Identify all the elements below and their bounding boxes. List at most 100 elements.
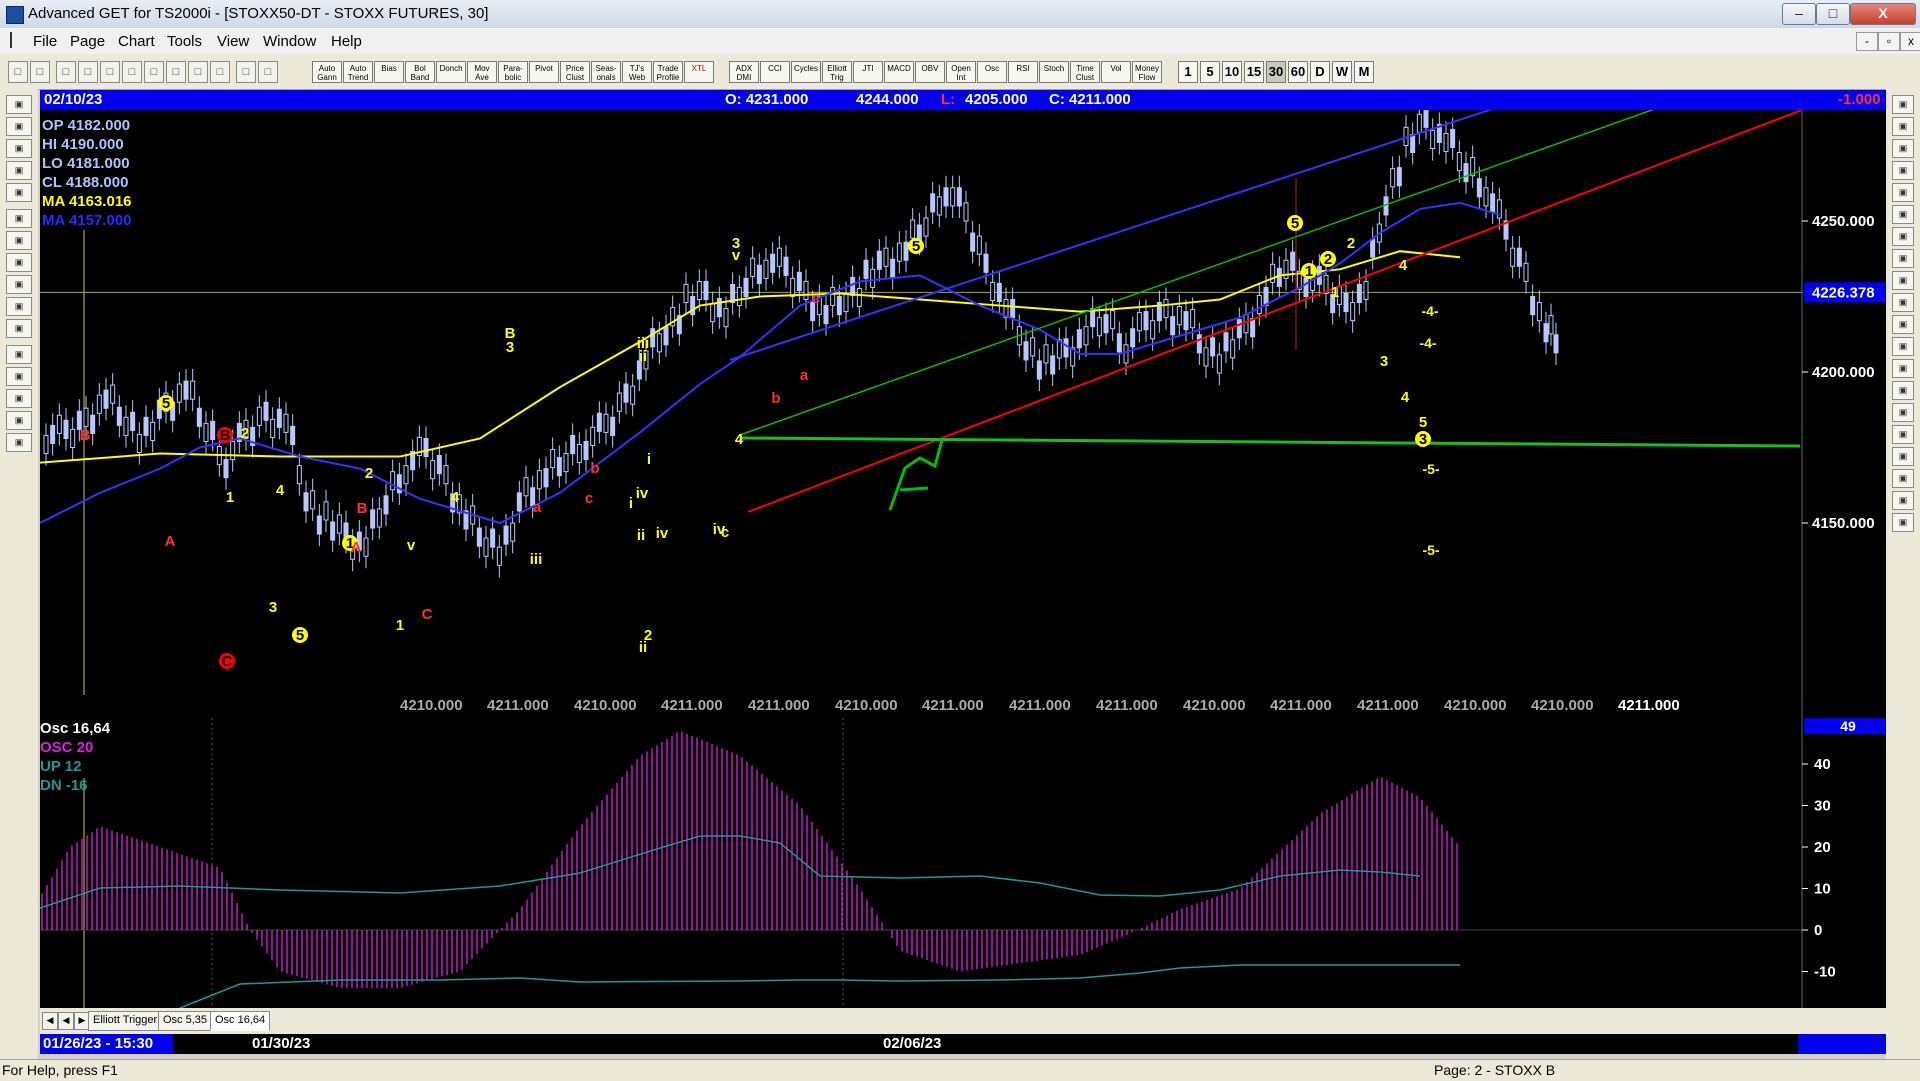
toolbar-openint-button[interactable]: Open Int xyxy=(946,61,976,83)
toolbar-parabolic-button[interactable]: Para-bolic xyxy=(498,61,528,83)
mdi-close-button[interactable]: x xyxy=(1900,32,1920,51)
menu-tools[interactable]: Tools xyxy=(167,33,202,50)
timeframe-30-button[interactable]: 30 xyxy=(1266,61,1286,83)
toolbar-stoch-button[interactable]: Stoch xyxy=(1039,61,1069,83)
toolbar-autotrend-button[interactable]: Auto Trend xyxy=(343,61,373,83)
toolbar-tradeprofile-button[interactable]: Trade Profile xyxy=(653,61,683,83)
toolbar-donch-button[interactable]: Donch xyxy=(436,61,466,83)
timeframe-60-button[interactable]: 60 xyxy=(1288,61,1308,83)
toolbar-seasonals-button[interactable]: Seas-onals xyxy=(591,61,621,83)
new-page-icon[interactable]: □ xyxy=(56,61,76,83)
toolbar-pivot-button[interactable]: Pivot xyxy=(529,61,559,83)
toolbar-moneyflow-button[interactable]: Money Flow xyxy=(1132,61,1162,83)
close-x-icon[interactable]: ▣ xyxy=(1892,95,1914,114)
help-icon[interactable]: □ xyxy=(236,61,256,83)
down-arrow-icon[interactable]: ▣ xyxy=(6,209,32,228)
line-icon[interactable]: ▣ xyxy=(1892,139,1914,158)
compare-icon[interactable]: □ xyxy=(144,61,164,83)
cursor-icon[interactable]: □ xyxy=(8,61,28,83)
tab-elliott-trigger[interactable]: Elliott Trigger xyxy=(88,1011,163,1031)
tab-scroll-prev[interactable]: ◀ xyxy=(58,1012,74,1030)
delete-icon[interactable]: □ xyxy=(166,61,186,83)
menu-window[interactable]: Window xyxy=(263,33,316,50)
toolbar-vol-button[interactable]: Vol xyxy=(1101,61,1131,83)
timeframe-d-button[interactable]: D xyxy=(1310,61,1330,83)
toolbar-adxdmi-button[interactable]: ADX DMI xyxy=(729,61,759,83)
fib-time-button[interactable]: ▣ xyxy=(1892,205,1914,224)
toolbar-cci-button[interactable]: CCI xyxy=(760,61,790,83)
menu-chart[interactable]: Chart xyxy=(118,33,155,50)
menu-help[interactable]: Help xyxy=(331,33,362,50)
minimize-button[interactable]: – xyxy=(1782,3,1816,25)
timeframe-10-button[interactable]: 10 xyxy=(1222,61,1242,83)
toolbar-tjsweb-button[interactable]: TJ's Web xyxy=(622,61,652,83)
left-arrow-icon[interactable]: ▣ xyxy=(6,231,32,250)
gann-button[interactable]: ▣ xyxy=(6,367,32,386)
print-icon[interactable]: ▣ xyxy=(6,433,32,452)
menu-file[interactable]: File xyxy=(33,33,57,50)
ellipse-icon[interactable]: ▣ xyxy=(1892,293,1914,312)
toolbar-cycles-button[interactable]: Cycles xyxy=(791,61,821,83)
toolbar-jti-button[interactable]: JTI xyxy=(853,61,883,83)
toolbar-elliotttrig-button[interactable]: Elliott Trig xyxy=(822,61,852,83)
arrows-icon[interactable]: ▣ xyxy=(1892,249,1914,268)
quote-icon[interactable]: □ xyxy=(30,61,50,83)
toolbar-rsi-button[interactable]: RSI xyxy=(1008,61,1038,83)
pti-button[interactable]: ▣ xyxy=(1892,337,1914,356)
pencil-icon[interactable]: ▣ xyxy=(1892,117,1914,136)
mdi-restore-button[interactable]: ▫ xyxy=(1878,32,1900,51)
oscillator-svg[interactable]: 40 30 20 10 0 -10 49 xyxy=(40,718,1886,1008)
layout-icon[interactable]: □ xyxy=(188,61,208,83)
paint-icon[interactable]: ▣ xyxy=(1892,447,1914,466)
magnet-icon[interactable]: ▣ xyxy=(1892,513,1914,532)
open-icon[interactable]: ▣ xyxy=(6,95,32,114)
toolbar-bolband-button[interactable]: Bol Band xyxy=(405,61,435,83)
menu-doc-icon[interactable] xyxy=(10,32,24,48)
pointer-help-icon[interactable]: □ xyxy=(258,61,278,83)
tab-scroll-first[interactable]: ◀ xyxy=(42,1012,58,1030)
lines-button[interactable]: ▣ xyxy=(6,345,32,364)
timeframe-5-button[interactable]: 5 xyxy=(1200,61,1220,83)
mdi-minimize-button[interactable]: - xyxy=(1856,32,1878,51)
toolbar-autogann-button[interactable]: Auto Gann xyxy=(312,61,342,83)
zoom-icon[interactable]: ▣ xyxy=(1892,425,1914,444)
list-icon[interactable]: ▣ xyxy=(1892,491,1914,510)
crosshair-icon[interactable]: ▣ xyxy=(6,411,32,430)
close-button[interactable]: X xyxy=(1850,3,1916,25)
tab-osc-16-64[interactable]: Osc 16,64 xyxy=(210,1011,271,1031)
price-chart-svg[interactable]: 4250.0004200.0004150.0004226.378521 43512… xyxy=(40,110,1886,718)
toolbar-movave-button[interactable]: Mov Ave xyxy=(467,61,497,83)
square-icon[interactable]: ▣ xyxy=(1892,271,1914,290)
grid-icon[interactable]: ▣ xyxy=(6,319,32,338)
calendar-icon[interactable]: ▣ xyxy=(1892,469,1914,488)
elliott-button[interactable]: ▣ xyxy=(6,183,32,202)
fib-button[interactable]: ▣ xyxy=(6,389,32,408)
fib-ret-button[interactable]: ▣ xyxy=(1892,161,1914,180)
wave-icon[interactable]: ▣ xyxy=(6,117,32,136)
toolbar-timeclust-button[interactable]: Time Clust xyxy=(1070,61,1100,83)
circle-icon[interactable]: ▣ xyxy=(1892,227,1914,246)
back-icon[interactable]: □ xyxy=(100,61,120,83)
toolbar-bias-button[interactable]: Bias xyxy=(374,61,404,83)
cycle-icon[interactable]: ▣ xyxy=(1892,315,1914,334)
timeframe-15-button[interactable]: 15 xyxy=(1244,61,1264,83)
menu-view[interactable]: View xyxy=(217,33,249,50)
text-icon[interactable]: ▣ xyxy=(1892,403,1914,422)
scale-icon[interactable]: ▣ xyxy=(6,275,32,294)
fib-ext-button[interactable]: ▣ xyxy=(1892,183,1914,202)
timeframe-w-button[interactable]: W xyxy=(1332,61,1352,83)
price-chart[interactable]: 4250.000 4200.000 4150.000 4226.378 5 2 1 4 3 5 1 2… xyxy=(40,110,1886,718)
expand-icon[interactable]: ▣ xyxy=(6,297,32,316)
reset-button[interactable]: ▣ xyxy=(6,139,32,158)
toolbar-obv-button[interactable]: OBV xyxy=(915,61,945,83)
menu-page[interactable]: Page xyxy=(70,33,105,50)
timeframe-1-button[interactable]: 1 xyxy=(1178,61,1198,83)
oscillator-panel[interactable]: 40 30 20 10 0 -10 49 Osc 16,64 OSC 20 UP 12 DN… xyxy=(40,718,1886,1008)
timeframe-m-button[interactable]: M xyxy=(1354,61,1374,83)
mob-button[interactable]: ▣ xyxy=(1892,381,1914,400)
toolbar-macd-button[interactable]: MACD xyxy=(884,61,914,83)
toolbar-osc-button[interactable]: Osc xyxy=(977,61,1007,83)
study-button[interactable]: ▣ xyxy=(6,161,32,180)
app-icon[interactable] xyxy=(6,6,24,24)
forward-icon[interactable]: □ xyxy=(122,61,142,83)
